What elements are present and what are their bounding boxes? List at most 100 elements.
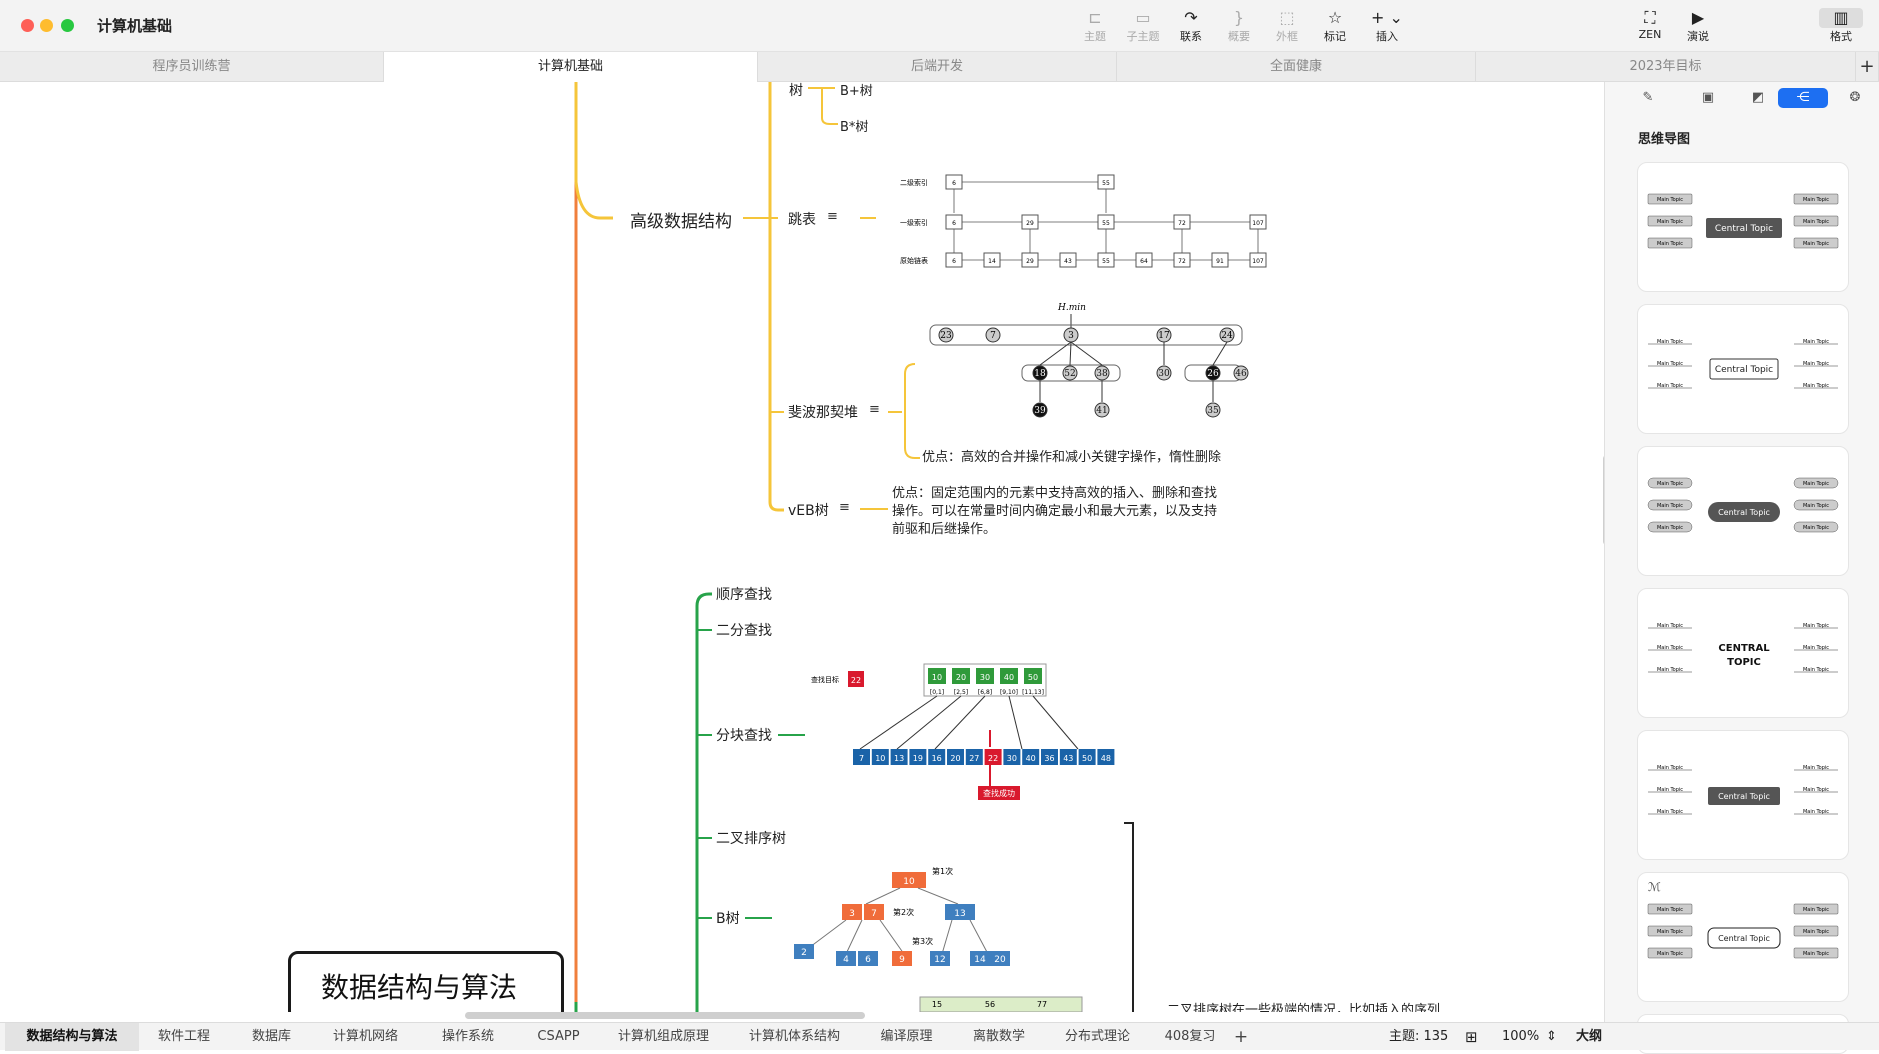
sheet-tab-8[interactable]: 计算机体系结构 <box>729 1023 860 1051</box>
theme-tab[interactable]: ⋲ <box>1778 88 1828 108</box>
close-window-button[interactable] <box>21 19 34 32</box>
doc-tab-5[interactable]: 2023年目标 <box>1476 52 1856 82</box>
topic-bstar-tree[interactable]: B*树 <box>840 116 868 135</box>
relation-button[interactable]: ↷ 联系 <box>1169 8 1213 44</box>
fullscreen-icon: ⛶ <box>1644 8 1656 27</box>
brush-icon: ✎ <box>1642 90 1654 105</box>
btree-image: 10 第1次 第2次 第3次 3 7 13 2 4 6 9 12 14 20 15 56 7… <box>794 866 1083 1012</box>
sheet-tab-7[interactable]: 计算机组成原理 <box>598 1023 729 1051</box>
zoom-level[interactable]: 100% <box>1502 1023 1539 1051</box>
block-array-label: 27 <box>969 754 979 763</box>
central-caps-line-1: CENTRAL <box>1718 643 1770 654</box>
map-icon[interactable]: ⊞ <box>1465 1023 1478 1051</box>
central-topic-preview: Central Topic <box>1715 224 1773 234</box>
note-icon[interactable]: ≡ <box>839 500 850 515</box>
summary-button[interactable]: } 概要 <box>1217 8 1261 44</box>
topic-skiplist[interactable]: 跳表 <box>788 209 816 229</box>
block-range-label: [11,13] <box>1022 689 1044 696</box>
veb-note-line-2[interactable]: 操作。可以在常量时间内确定最小和最大元素，以及支持 <box>892 500 1217 519</box>
btree-leaf-label: 6 <box>865 955 871 965</box>
boundary-button[interactable]: ⬚ 外框 <box>1265 8 1309 44</box>
block-range-label: [2,5] <box>954 689 968 696</box>
theme-card-1[interactable]: Central Topic Main Topic Main Topic Main T… <box>1637 162 1849 292</box>
theme-card-3[interactable]: Central Topic Main Topic Main Topic Main T… <box>1637 446 1849 576</box>
subtopic-icon: ▭ <box>1135 8 1151 27</box>
zoom-stepper-icon[interactable]: ⇕ <box>1546 1023 1557 1051</box>
topic-sequential-search[interactable]: 顺序查找 <box>716 584 772 604</box>
topic-advanced-data-structures[interactable]: 高级数据结构 <box>630 207 732 232</box>
fib-note[interactable]: 优点：高效的合并操作和减小关键字操作，惰性删除 <box>922 446 1221 465</box>
main-topic-preview: Main Topic <box>1657 219 1683 225</box>
sheet-tab-1[interactable]: 数据结构与算法 <box>5 1023 139 1051</box>
sheet-tab-5[interactable]: 操作系统 <box>417 1023 519 1051</box>
topic-block-search[interactable]: 分块查找 <box>716 725 772 745</box>
zen-button[interactable]: ⛶ ZEN <box>1628 8 1672 41</box>
topic-tree[interactable]: 树 <box>789 82 803 100</box>
sheet-tab-4[interactable]: 计算机网络 <box>314 1023 417 1051</box>
theme-card-6[interactable]: ℳ Central Topic Main Topic Main Topic Main… <box>1637 872 1849 1002</box>
color-tab[interactable]: ❂ <box>1830 88 1879 108</box>
doc-tab-3[interactable]: 后端开发 <box>758 52 1117 82</box>
marker-button[interactable]: ☆ 标记 <box>1313 8 1357 44</box>
add-tab-button[interactable]: + <box>1856 52 1879 82</box>
theme-card-2[interactable]: Central Topic Main Topic Main Topic Main T… <box>1637 304 1849 434</box>
skip-node-label: 43 <box>1064 258 1072 265</box>
block-array-label: 13 <box>894 754 904 763</box>
topic-veb-tree[interactable]: vEB树 <box>788 500 829 520</box>
theme-card-5[interactable]: Central Topic Main Topic Main Topic Main T… <box>1637 730 1849 860</box>
style-tab[interactable]: ✎ <box>1623 88 1673 108</box>
sheet-tab-12[interactable]: 408复习 <box>1150 1023 1230 1051</box>
central-topic[interactable]: 数据结构与算法 <box>288 951 564 1012</box>
mindmap-canvas[interactable]: 6 55 6 29 55 72 107 6 14 29 43 55 64 72 91 107 二级索引 一级索… <box>0 82 1604 1012</box>
main-topic-preview: Main Topic <box>1657 361 1683 367</box>
skip-node-label: 6 <box>952 220 956 227</box>
doc-tab-4[interactable]: 全面健康 <box>1117 52 1476 82</box>
note-icon[interactable]: ≡ <box>869 402 880 417</box>
play-icon: ▶ <box>1691 8 1705 27</box>
sheet-tab-6[interactable]: CSAPP <box>519 1023 598 1051</box>
main-topic-preview: Main Topic <box>1803 765 1829 771</box>
main-topic-preview: Main Topic <box>1657 503 1683 509</box>
doc-tab-2[interactable]: 计算机基础 <box>384 52 758 82</box>
topic-binary-sort-tree[interactable]: 二叉排序树 <box>716 828 786 848</box>
topic-button[interactable]: ⊏ 主题 <box>1073 8 1117 44</box>
main-topic-preview: Main Topic <box>1657 809 1683 815</box>
sheet-tab-9[interactable]: 编译原理 <box>860 1023 953 1051</box>
sticker-tab[interactable]: ◩ <box>1733 88 1783 108</box>
fib-child-label: 30 <box>1158 369 1170 379</box>
topic-bplus-tree[interactable]: B+树 <box>840 82 873 99</box>
main-topic-preview: Main Topic <box>1803 503 1829 509</box>
veb-note-line-1[interactable]: 优点：固定范围内的元素中支持高效的插入、删除和查找 <box>892 482 1217 501</box>
topic-btree[interactable]: B树 <box>716 908 740 928</box>
bst-note[interactable]: 二叉排序树在一些极端的情况，比如插入的序列 <box>1167 999 1440 1012</box>
subtopic-button[interactable]: ▭ 子主题 <box>1121 8 1165 44</box>
block-array-label: 50 <box>1082 754 1092 763</box>
btree-step1: 第1次 <box>932 866 953 876</box>
insert-button[interactable]: + ⌄ 插入 <box>1365 8 1409 44</box>
sheet-tab-11[interactable]: 分布式理论 <box>1045 1023 1150 1051</box>
format-button[interactable]: ▥ 格式 <box>1819 8 1863 44</box>
sheet-tab-2[interactable]: 软件工程 <box>139 1023 229 1051</box>
topic-fibonacci-heap[interactable]: 斐波那契堆 <box>788 402 858 422</box>
topic-binary-search[interactable]: 二分查找 <box>716 620 772 640</box>
outline-button[interactable]: 大纲 <box>1576 1023 1602 1051</box>
skip-node-label: 72 <box>1178 220 1186 227</box>
sheet-tab-3[interactable]: 数据库 <box>229 1023 314 1051</box>
doc-tab-1[interactable]: 程序员训练营 <box>0 52 384 82</box>
note-icon[interactable]: ≡ <box>827 209 838 224</box>
main-topic-preview: Main Topic <box>1657 241 1683 247</box>
block-array-label: 20 <box>950 754 960 763</box>
zoom-window-button[interactable] <box>61 19 74 32</box>
block-range-label: [0,1] <box>930 689 944 696</box>
skip-node-label: 91 <box>1216 258 1224 265</box>
horizontal-scrollbar[interactable] <box>465 1012 865 1019</box>
minimize-window-button[interactable] <box>40 19 53 32</box>
main-topic-preview: Main Topic <box>1803 339 1829 345</box>
add-sheet-button[interactable]: + <box>1230 1023 1252 1051</box>
theme-card-4[interactable]: CENTRAL TOPIC Main Topic Main Topic Main T… <box>1637 588 1849 718</box>
skip-node-label: 6 <box>952 180 956 187</box>
sheet-tab-10[interactable]: 离散数学 <box>953 1023 1045 1051</box>
pitch-button[interactable]: ▶ 演说 <box>1676 8 1720 44</box>
veb-note-line-3[interactable]: 前驱和后继操作。 <box>892 518 996 537</box>
media-tab[interactable]: ▣ <box>1683 88 1733 108</box>
